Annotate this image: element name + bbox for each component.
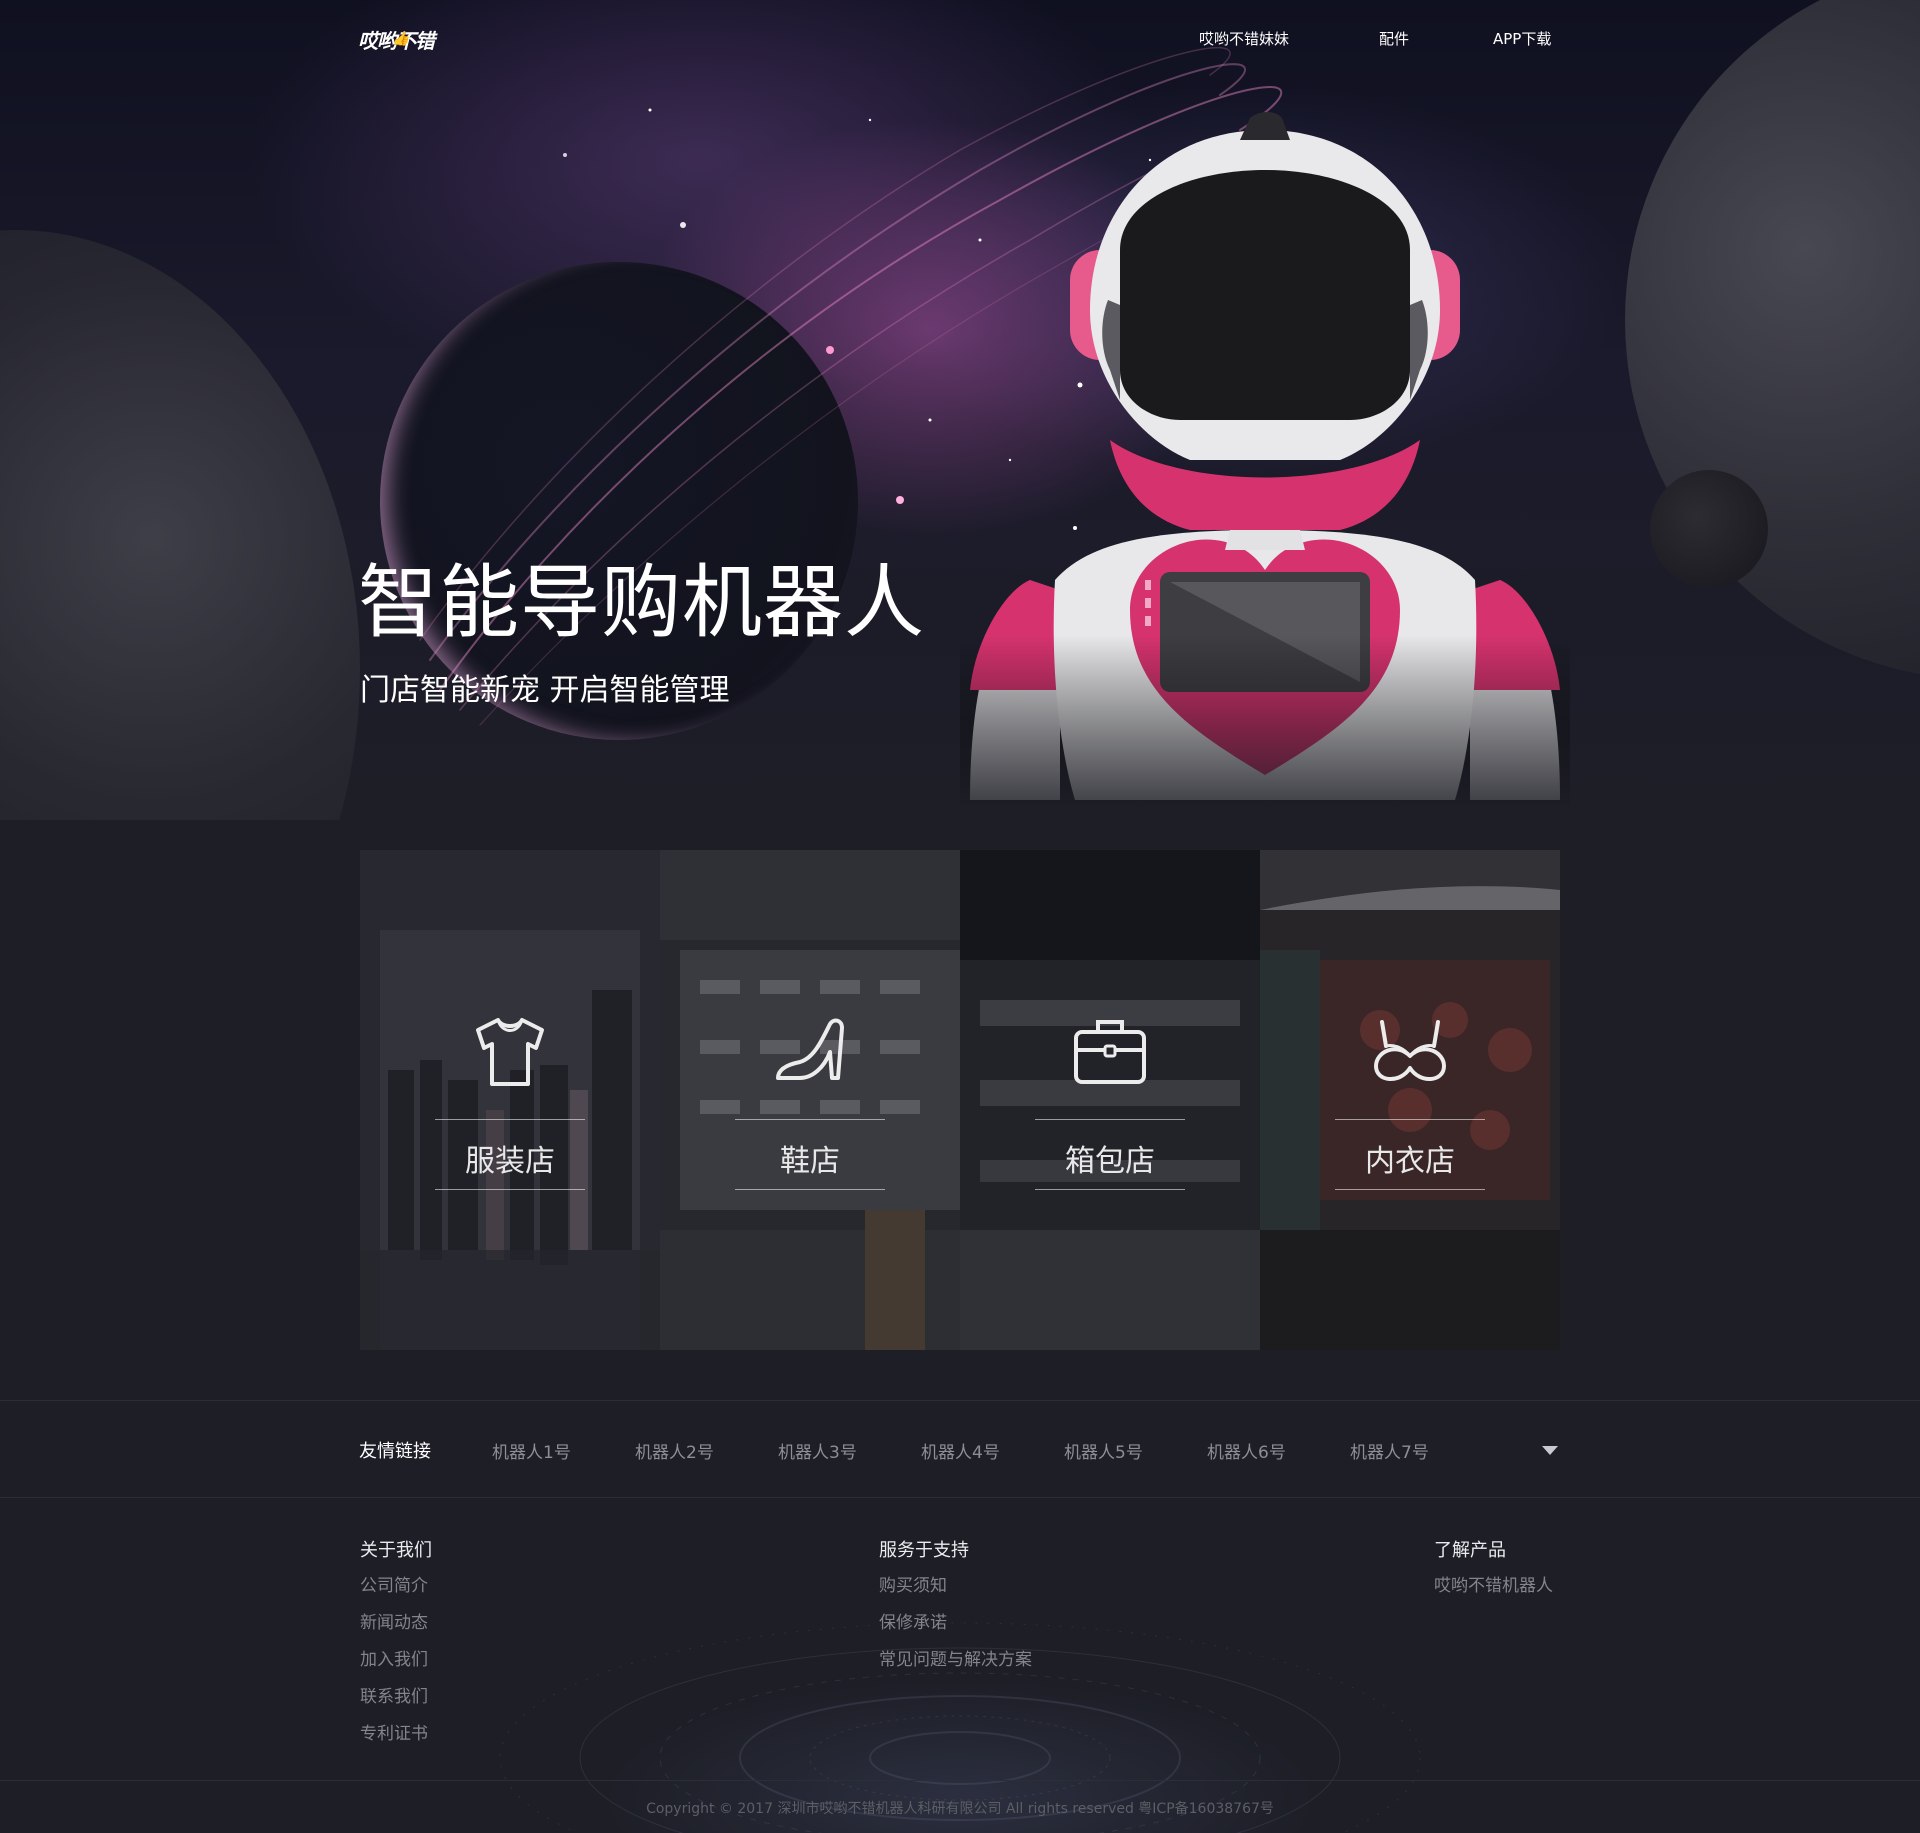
robot-illustration bbox=[960, 110, 1570, 810]
friend-link[interactable]: 机器人6号 bbox=[1207, 1438, 1286, 1463]
footer-link[interactable]: 专利证书 bbox=[360, 1721, 432, 1758]
divider-line bbox=[1335, 1189, 1485, 1190]
caret-down-icon[interactable] bbox=[1542, 1446, 1558, 1455]
store-label-shoes: 鞋店 bbox=[780, 1144, 840, 1179]
lingerie-store-photo bbox=[1260, 850, 1560, 1350]
store-label-clothing: 服装店 bbox=[465, 1144, 555, 1179]
nav-link-sister[interactable]: 哎哟不错妹妹 bbox=[1199, 28, 1289, 49]
hero-subtitle: 门店智能新宠 开启智能管理 bbox=[360, 673, 730, 708]
bra-icon bbox=[1374, 1020, 1446, 1081]
nav-link-app-download[interactable]: APP下载 bbox=[1493, 28, 1551, 49]
tshirt-icon bbox=[476, 1018, 544, 1086]
footer-column-title: 关于我们 bbox=[360, 1540, 432, 1561]
store-card-shoes[interactable]: 鞋店 bbox=[660, 850, 960, 1350]
nav-link-accessories[interactable]: 配件 bbox=[1379, 28, 1409, 49]
hero-banner: 哎哟不错 👍 哎哟不错妹妹 配件 APP下载 智能导购机器人 门店智能新宠 开启… bbox=[0, 0, 1920, 820]
footer-link[interactable]: 加入我们 bbox=[360, 1647, 432, 1684]
footer-link[interactable]: 购买须知 bbox=[879, 1573, 1032, 1610]
site-footer: 关于我们 公司简介 新闻动态 加入我们 联系我们 专利证书 服务于支持 购买须知… bbox=[0, 1498, 1920, 1833]
friend-link[interactable]: 机器人4号 bbox=[921, 1438, 1000, 1463]
store-label-lingerie: 内衣店 bbox=[1365, 1144, 1455, 1179]
friend-link[interactable]: 机器人5号 bbox=[1064, 1438, 1143, 1463]
clothing-store-photo bbox=[360, 850, 660, 1350]
friend-link[interactable]: 机器人2号 bbox=[635, 1438, 714, 1463]
footer-column-service: 服务于支持 购买须知 保修承诺 常见问题与解决方案 bbox=[879, 1536, 1032, 1684]
footer-column-products: 了解产品 哎哟不错机器人 bbox=[1434, 1536, 1553, 1610]
footer-column-title: 了解产品 bbox=[1434, 1540, 1506, 1561]
divider-line bbox=[1335, 1119, 1485, 1120]
footer-link[interactable]: 新闻动态 bbox=[360, 1610, 432, 1647]
friend-link[interactable]: 机器人3号 bbox=[778, 1438, 857, 1463]
bag-store-photo bbox=[960, 850, 1260, 1350]
divider-line bbox=[735, 1189, 885, 1190]
store-card-clothing[interactable]: 服装店 bbox=[360, 850, 660, 1350]
divider-line bbox=[435, 1189, 585, 1190]
friend-link[interactable]: 机器人7号 bbox=[1350, 1438, 1429, 1463]
friend-links-title: 友情链接 bbox=[359, 1441, 431, 1462]
copyright-divider bbox=[0, 1780, 1920, 1781]
store-card-lingerie[interactable]: 内衣店 bbox=[1260, 850, 1560, 1350]
divider-line bbox=[1035, 1119, 1185, 1120]
footer-link[interactable]: 常见问题与解决方案 bbox=[879, 1647, 1032, 1684]
footer-link[interactable]: 联系我们 bbox=[360, 1684, 432, 1721]
briefcase-icon bbox=[1074, 1020, 1146, 1084]
hero-title: 智能导购机器人 bbox=[358, 556, 925, 649]
top-nav: 哎哟不错妹妹 配件 APP下载 bbox=[0, 28, 1920, 50]
friend-link[interactable]: 机器人1号 bbox=[492, 1438, 571, 1463]
store-card-bags[interactable]: 箱包店 bbox=[960, 850, 1260, 1350]
divider-line bbox=[735, 1119, 885, 1120]
footer-link[interactable]: 保修承诺 bbox=[879, 1610, 1032, 1647]
store-type-cards: 服装店 鞋店 箱包店 内衣店 bbox=[360, 850, 1560, 1350]
store-label-bags: 箱包店 bbox=[1065, 1144, 1155, 1179]
divider-line bbox=[1035, 1189, 1185, 1190]
divider-line bbox=[435, 1119, 585, 1120]
footer-column-title: 服务于支持 bbox=[879, 1540, 969, 1561]
shoe-store-photo bbox=[660, 850, 960, 1350]
footer-link[interactable]: 公司简介 bbox=[360, 1573, 432, 1610]
footer-link[interactable]: 哎哟不错机器人 bbox=[1434, 1573, 1553, 1610]
footer-column-about: 关于我们 公司简介 新闻动态 加入我们 联系我们 专利证书 bbox=[360, 1536, 432, 1758]
high-heel-icon bbox=[776, 1018, 844, 1080]
friend-links-bar: 友情链接 机器人1号 机器人2号 机器人3号 机器人4号 机器人5号 机器人6号… bbox=[0, 1400, 1920, 1498]
copyright-text: Copyright © 2017 深圳市哎哟不错机器人科研有限公司 All ri… bbox=[646, 1801, 1274, 1817]
